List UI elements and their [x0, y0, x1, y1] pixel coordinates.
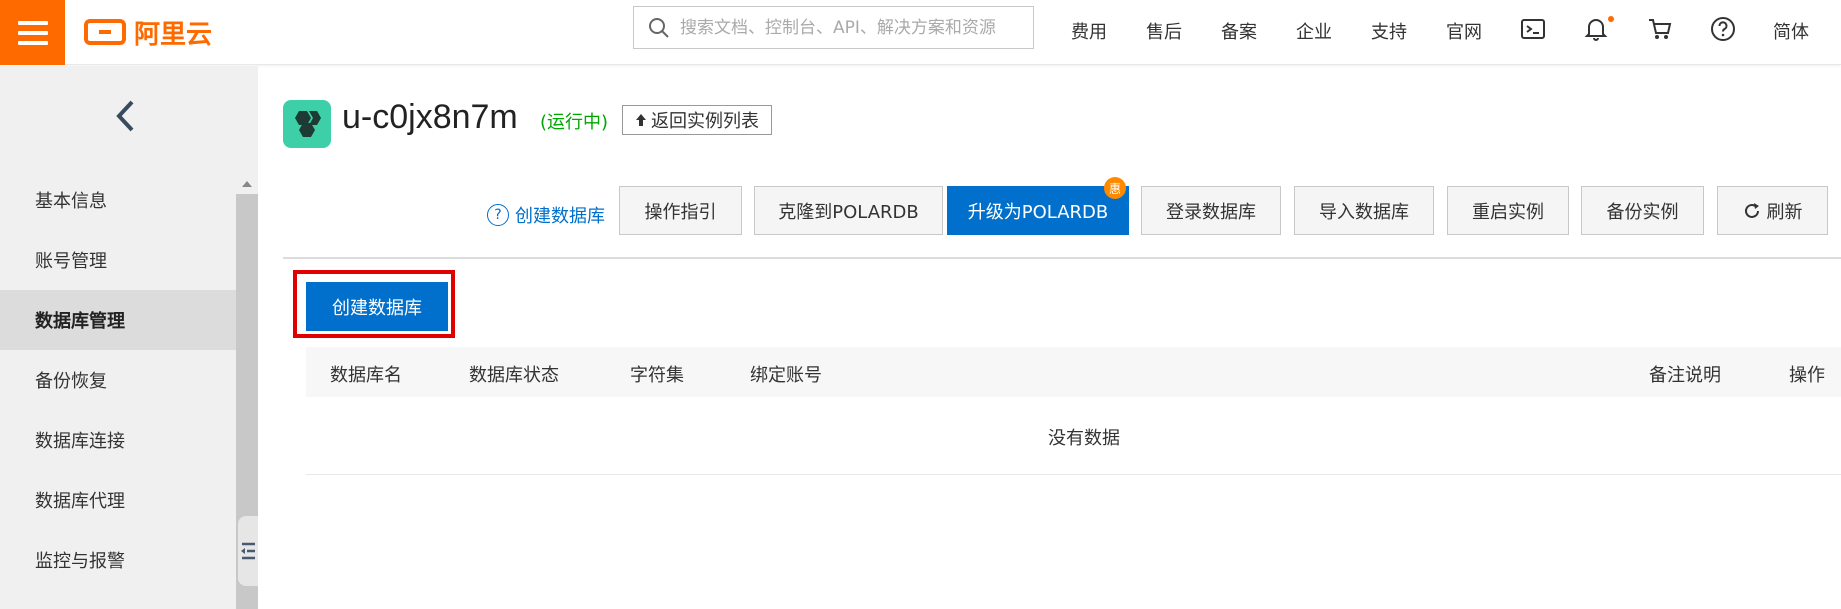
sidebar-item-label: 基本信息 [35, 191, 107, 212]
cart-icon[interactable] [1647, 16, 1673, 42]
upgrade-button-label: 升级为POLARDB [967, 201, 1109, 223]
login-database-button[interactable]: 登录数据库 [1141, 186, 1281, 235]
create-db-help-link[interactable]: ? 创建数据库 [487, 202, 605, 228]
import-database-button[interactable]: 导入数据库 [1294, 186, 1434, 235]
top-bar: 阿里云 费用 售后 备案 企业 支持 官网 简体 [0, 0, 1841, 65]
column-remarks: 备注说明 [1649, 365, 1721, 386]
scroll-up-button[interactable] [236, 174, 258, 194]
nav-support[interactable]: 支持 [1371, 18, 1407, 44]
table-empty-row: 没有数据 [306, 397, 1841, 475]
menu-line [17, 40, 48, 45]
sidebar-item-accounts[interactable]: 账号管理 [0, 230, 236, 290]
instance-name: u-c0jx8n7m [342, 98, 518, 136]
empty-message: 没有数据 [1048, 428, 1120, 449]
create-database-button[interactable]: 创建数据库 [306, 282, 448, 331]
discount-badge: 惠 [1104, 177, 1126, 199]
table-header: 数据库名 数据库状态 字符集 绑定账号 备注说明 操作 [306, 347, 1841, 397]
back-to-list-button[interactable]: 返回实例列表 [622, 105, 772, 135]
guide-button[interactable]: 操作指引 [619, 186, 742, 235]
question-icon: ? [487, 204, 509, 226]
sidebar-item-backup[interactable]: 备份恢复 [0, 350, 236, 410]
triangle-up-icon [242, 181, 252, 187]
search-box[interactable] [633, 6, 1034, 49]
sidebar-item-databases[interactable]: 数据库管理 [0, 290, 236, 350]
upgrade-to-polardb-button[interactable]: 升级为POLARDB 惠 [947, 177, 1129, 235]
sidebar-item-label: 账号管理 [35, 251, 107, 272]
sidebar-toggle[interactable] [238, 516, 258, 586]
search-input[interactable] [680, 17, 1020, 38]
refresh-button[interactable]: 刷新 [1717, 186, 1828, 235]
instance-status: (运行中) [540, 112, 609, 133]
bell-icon[interactable] [1584, 16, 1614, 42]
menu-line [17, 20, 48, 25]
sidebar-item-label: 数据库连接 [35, 431, 125, 452]
terminal-icon[interactable] [1520, 16, 1546, 42]
sidebar-item-proxy[interactable]: 数据库代理 [0, 470, 236, 530]
language-switch[interactable]: 简体 [1773, 18, 1809, 44]
refresh-label: 刷新 [1766, 201, 1803, 223]
help-icon[interactable] [1710, 16, 1736, 42]
sidebar-item-connection[interactable]: 数据库连接 [0, 410, 236, 470]
column-bound-accounts: 绑定账号 [750, 365, 822, 386]
column-charset: 字符集 [630, 365, 684, 386]
sidebar-item-label: 备份恢复 [35, 371, 107, 392]
nav-fees[interactable]: 费用 [1071, 18, 1107, 44]
refresh-icon [1744, 202, 1759, 218]
column-actions: 操作 [1789, 365, 1825, 386]
search-icon [649, 17, 669, 38]
sidebar-item-label: 数据库管理 [35, 311, 125, 332]
column-db-name: 数据库名 [330, 365, 402, 386]
restart-instance-button[interactable]: 重启实例 [1447, 186, 1569, 235]
sidebar-item-label: 数据库代理 [35, 491, 125, 512]
sidebar-item-label: 监控与报警 [35, 551, 125, 572]
sidebar-item-basic-info[interactable]: 基本信息 [0, 170, 236, 230]
nav-official-site[interactable]: 官网 [1446, 18, 1482, 44]
section-divider [283, 257, 1841, 259]
arrow-up-icon [636, 114, 646, 126]
sidebar-item-monitoring[interactable]: 监控与报警 [0, 530, 236, 590]
backup-instance-button[interactable]: 备份实例 [1581, 186, 1704, 235]
nav-enterprise[interactable]: 企业 [1296, 18, 1332, 44]
logo-mark-icon [84, 19, 126, 45]
menu-line [17, 30, 48, 35]
sidebar: 基本信息 账号管理 数据库管理 备份恢复 数据库连接 数据库代理 监控与报警 [0, 66, 258, 609]
column-db-status: 数据库状态 [469, 365, 559, 386]
logo-text: 阿里云 [134, 19, 213, 50]
rds-instance-icon [283, 100, 331, 148]
menu-button[interactable] [0, 0, 65, 65]
aliyun-logo[interactable]: 阿里云 [84, 14, 212, 50]
nav-filing[interactable]: 备案 [1221, 18, 1257, 44]
chevron-left-icon[interactable] [110, 98, 142, 134]
back-to-list-label: 返回实例列表 [651, 111, 759, 132]
help-link-label: 创建数据库 [515, 206, 605, 227]
nav-after-sales[interactable]: 售后 [1146, 18, 1182, 44]
clone-to-polardb-button[interactable]: 克隆到POLARDB [754, 186, 943, 235]
notification-dot [1608, 16, 1614, 22]
collapse-list-icon [241, 542, 255, 560]
